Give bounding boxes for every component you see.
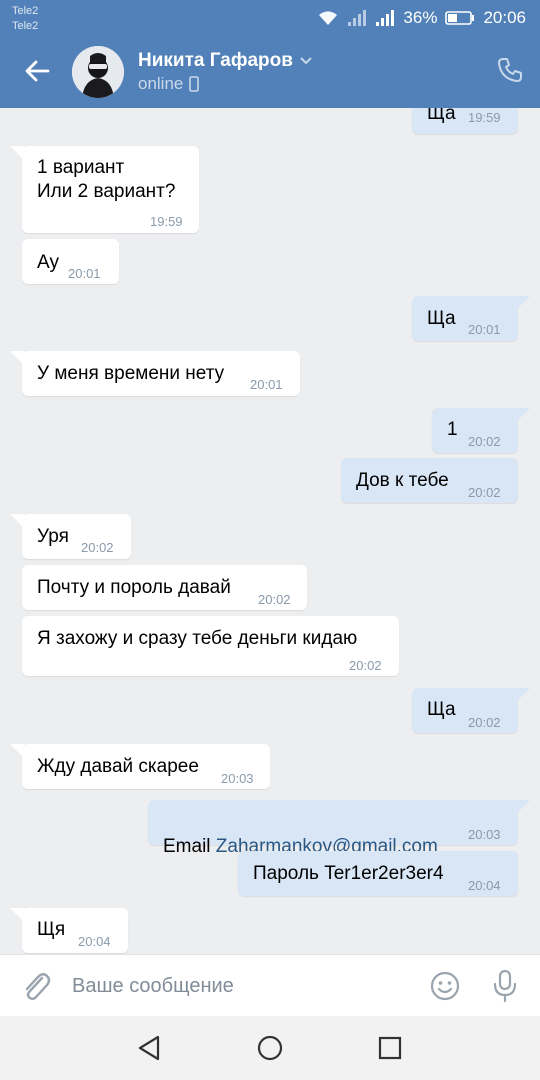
contact-status-row: online <box>138 74 200 94</box>
paperclip-icon <box>25 973 51 1000</box>
message-bubble[interactable]: Почту и пороль давай 20:02 <box>22 565 307 610</box>
clock: 20:06 <box>483 8 526 27</box>
system-nav-bar <box>0 1016 540 1080</box>
message-list[interactable]: Ща 19:59 1 вариант Или 2 вариант? 19:59 … <box>0 108 540 954</box>
carrier-2: Tele2 <box>12 20 39 32</box>
message-text: Ща <box>427 108 456 124</box>
message-text: Почту и пороль давай <box>37 577 231 598</box>
square-recents-icon <box>378 1036 402 1060</box>
message-bubble[interactable]: 1 20:02 <box>432 408 530 453</box>
message-time: 20:02 <box>81 540 114 555</box>
voice-button[interactable] <box>492 969 518 1003</box>
call-button[interactable] <box>496 56 524 84</box>
message-text: Жду давай скарее <box>37 756 199 777</box>
arrow-left-icon <box>25 60 50 82</box>
message-text: Пароль Ter1er2er3er4 <box>253 863 444 884</box>
message-time: 20:03 <box>468 827 501 842</box>
message-text: Я захожу и сразу тебе деньги кидаю <box>37 628 358 649</box>
avatar-image <box>72 46 124 98</box>
message-text: Уря <box>37 526 69 547</box>
message-time: 20:04 <box>78 934 111 949</box>
top-bar: Tele2 Tele2 36% 20:06 Никита Гафаров onl… <box>0 0 540 108</box>
message-time: 19:59 <box>150 214 183 229</box>
email-label: Email <box>163 836 216 857</box>
message-bubble[interactable]: Пароль Ter1er2er3er4 20:04 <box>238 851 518 896</box>
triangle-back-icon <box>138 1035 160 1061</box>
message-text: Щя <box>37 919 66 940</box>
message-time: 20:01 <box>250 377 283 392</box>
signal-icon-2 <box>376 10 395 26</box>
message-text: Ща <box>427 308 456 329</box>
message-time: 20:02 <box>349 658 382 673</box>
chevron-down-icon <box>300 57 312 65</box>
message-time: 20:03 <box>221 771 254 786</box>
message-bubble[interactable]: Жду давай скарее 20:03 <box>10 744 270 789</box>
message-time: 20:04 <box>468 878 501 893</box>
nav-back-button[interactable] <box>136 1034 164 1062</box>
message-text: 1 вариант Или 2 вариант? <box>37 157 176 202</box>
chat-header: Никита Гафаров online <box>0 36 540 108</box>
wifi-icon <box>319 11 338 25</box>
avatar[interactable] <box>72 46 124 98</box>
emoji-button[interactable] <box>430 971 460 1001</box>
attach-button[interactable] <box>20 969 52 1003</box>
carrier-1: Tele2 <box>12 5 39 17</box>
battery-icon <box>445 11 475 25</box>
contact-name-row[interactable]: Никита Гафаров <box>138 50 313 72</box>
message-time: 20:02 <box>258 592 291 607</box>
contact-name: Никита Гафаров <box>138 50 293 71</box>
message-composer <box>0 954 540 1016</box>
message-bubble[interactable]: Я захожу и сразу тебе деньги кидаю 20:02 <box>22 616 399 676</box>
message-time: 20:02 <box>468 715 501 730</box>
nav-recents-button[interactable] <box>376 1034 404 1062</box>
nav-home-button[interactable] <box>256 1034 284 1062</box>
message-input[interactable] <box>72 969 412 1003</box>
message-bubble[interactable]: 1 вариант Или 2 вариант? 19:59 <box>10 146 199 233</box>
contact-status: online <box>138 74 184 93</box>
mobile-icon <box>189 76 200 92</box>
signal-icon <box>348 10 367 26</box>
message-time: 20:02 <box>468 434 501 449</box>
message-bubble[interactable]: У меня времени нету 20:01 <box>10 351 300 396</box>
message-text: У меня времени нету <box>37 363 225 384</box>
phone-icon <box>498 58 522 82</box>
message-text: Ща <box>427 699 456 720</box>
message-bubble[interactable]: Email Zaharmankov@gmail.com 20:03 <box>148 800 530 857</box>
message-bubble[interactable]: Дов к тебе 20:02 <box>341 458 518 503</box>
message-bubble[interactable]: Уря 20:02 <box>10 514 131 559</box>
message-text: Ау <box>37 252 59 273</box>
carrier-info: Tele2 Tele2 <box>12 4 38 34</box>
message-text: 1 <box>447 419 458 440</box>
message-time: 19:59 <box>468 110 501 125</box>
battery-level: 36% <box>403 8 438 27</box>
back-button[interactable] <box>20 54 54 88</box>
message-bubble[interactable]: Ща 20:02 <box>412 688 530 733</box>
message-time: 20:01 <box>468 322 501 337</box>
message-time: 20:02 <box>468 485 501 500</box>
smiley-icon <box>430 971 460 1001</box>
message-text: Дов к тебе <box>356 470 449 491</box>
microphone-icon <box>493 969 517 1003</box>
message-bubble[interactable]: Ау 20:01 <box>22 239 119 284</box>
message-bubble[interactable]: Ща 19:59 <box>412 108 518 134</box>
message-bubble[interactable]: Щя 20:04 <box>10 908 128 953</box>
message-bubble[interactable]: Ща 20:01 <box>412 296 530 341</box>
status-icons: 36% 20:06 <box>317 6 526 30</box>
message-time: 20:01 <box>68 266 101 281</box>
circle-home-icon <box>257 1035 283 1061</box>
